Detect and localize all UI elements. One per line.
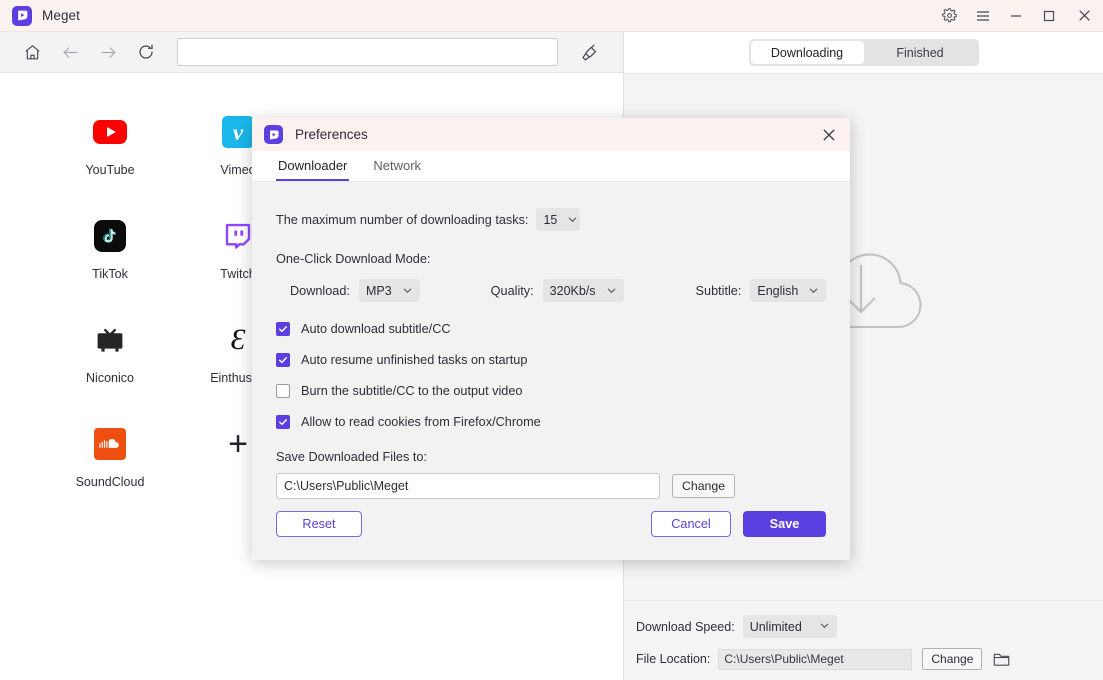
checkbox-checked-icon[interactable]: [276, 415, 290, 429]
app-window: Meget YouTube v Vimeo TikTok Twitch Nico…: [0, 0, 1103, 680]
checkbox-label: Burn the subtitle/CC to the output video: [301, 384, 523, 398]
quality-select[interactable]: 320Kb/s: [542, 279, 624, 302]
download-format-select[interactable]: MP3: [358, 279, 420, 302]
checkbox-row-burn-subtitle[interactable]: Burn the subtitle/CC to the output video: [276, 384, 826, 398]
subtitle-value: English: [757, 283, 799, 298]
one-click-group-title: One-Click Download Mode:: [276, 252, 431, 266]
save-path-row: Change: [276, 473, 826, 499]
checkbox-label: Auto resume unfinished tasks on startup: [301, 353, 528, 367]
preferences-dialog: Preferences Downloader Network The maxim…: [252, 118, 850, 560]
max-tasks-value: 15: [543, 212, 558, 227]
quality-value: 320Kb/s: [549, 283, 596, 298]
subtitle-label: Subtitle:: [695, 283, 742, 298]
save-path-change-button[interactable]: Change: [672, 474, 736, 498]
close-icon[interactable]: [808, 118, 850, 151]
max-tasks-select[interactable]: 15: [536, 208, 581, 231]
chevron-down-icon: [557, 214, 578, 225]
chevron-down-icon: [798, 285, 819, 296]
quality-label: Quality:: [490, 283, 534, 298]
download-format-value: MP3: [365, 283, 392, 298]
reset-button[interactable]: Reset: [276, 511, 362, 537]
save-path-input[interactable]: [276, 473, 660, 499]
dialog-title-bar: Preferences: [252, 118, 850, 151]
checkbox-checked-icon[interactable]: [276, 353, 290, 367]
checkbox-row-auto-resume[interactable]: Auto resume unfinished tasks on startup: [276, 353, 826, 367]
checkbox-label: Allow to read cookies from Firefox/Chrom…: [301, 415, 541, 429]
chevron-down-icon: [392, 285, 413, 296]
subtitle-select[interactable]: English: [750, 279, 827, 302]
tab-downloader[interactable]: Downloader: [276, 158, 350, 181]
dialog-button-row: Reset Cancel Save: [276, 511, 826, 537]
dialog-body: The maximum number of downloading tasks:…: [252, 182, 850, 560]
cancel-button[interactable]: Cancel: [651, 511, 731, 537]
save-button[interactable]: Save: [743, 511, 826, 537]
modal-overlay: Preferences Downloader Network The maxim…: [0, 0, 1103, 680]
save-path-label: Save Downloaded Files to:: [276, 450, 427, 464]
max-tasks-label: The maximum number of downloading tasks:: [276, 212, 529, 227]
tab-network[interactable]: Network: [371, 158, 423, 181]
chevron-down-icon: [596, 285, 617, 296]
checkbox-row-read-cookies[interactable]: Allow to read cookies from Firefox/Chrom…: [276, 415, 826, 429]
checkbox-checked-icon[interactable]: [276, 322, 290, 336]
meget-logo-icon: [264, 125, 283, 144]
checkbox-row-auto-download-subtitle[interactable]: Auto download subtitle/CC: [276, 322, 826, 336]
max-tasks-row: The maximum number of downloading tasks:…: [276, 208, 826, 231]
dialog-tabs: Downloader Network: [252, 151, 850, 182]
checkbox-label: Auto download subtitle/CC: [301, 322, 451, 336]
download-format-label: Download:: [290, 283, 350, 298]
one-click-row: Download: MP3 Quality: 320Kb/s Subtitle:…: [276, 279, 827, 302]
dialog-title: Preferences: [295, 127, 368, 142]
checkbox-unchecked-icon[interactable]: [276, 384, 290, 398]
